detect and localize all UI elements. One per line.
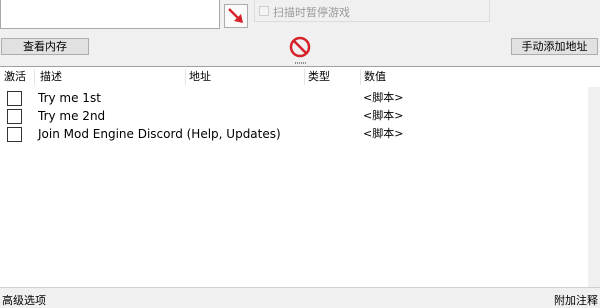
toolbar-area: 扫描时暂停游戏 查看内存 手动添加地址	[0, 0, 600, 65]
header-address[interactable]: 地址	[189, 67, 211, 87]
row-value: <脚本>	[363, 91, 404, 104]
status-bar: 高级选项 附加注释	[0, 289, 600, 308]
advanced-options-link[interactable]: 高级选项	[2, 292, 46, 308]
column-divider[interactable]	[185, 69, 186, 85]
stop-button[interactable]	[288, 35, 312, 59]
column-divider[interactable]	[34, 69, 35, 85]
header-description[interactable]: 描述	[40, 67, 62, 87]
select-process-button[interactable]	[224, 4, 248, 28]
row-value: <脚本>	[363, 109, 404, 122]
column-divider[interactable]	[360, 69, 361, 85]
pause-game-label: 扫描时暂停游戏	[273, 6, 350, 19]
header-value[interactable]: 数值	[364, 67, 386, 87]
header-active[interactable]: 激活	[4, 67, 26, 87]
activate-checkbox[interactable]	[7, 91, 22, 106]
table-row[interactable]: Try me 1st <脚本>	[0, 89, 590, 107]
column-divider[interactable]	[304, 69, 305, 85]
add-comment-link[interactable]: 附加注释	[554, 292, 598, 308]
scan-options-group: 扫描时暂停游戏	[254, 0, 490, 22]
arrow-down-right-icon	[228, 8, 243, 23]
cheat-table: 激活 描述 地址 类型 数值 Try me 1st <脚本> Try me 2n…	[0, 66, 600, 288]
process-display-box	[0, 0, 220, 29]
row-value: <脚本>	[363, 127, 404, 140]
vertical-scrollbar[interactable]	[588, 87, 600, 287]
activate-checkbox[interactable]	[7, 127, 22, 142]
add-address-manually-button[interactable]: 手动添加地址	[511, 38, 598, 55]
header-type[interactable]: 类型	[308, 67, 330, 87]
view-memory-button[interactable]: 查看内存	[1, 38, 89, 55]
row-description: Join Mod Engine Discord (Help, Updates)	[38, 127, 281, 141]
pause-game-checkbox[interactable]	[259, 6, 269, 16]
activate-checkbox[interactable]	[7, 109, 22, 124]
row-description: Try me 1st	[38, 91, 101, 105]
no-entry-icon	[289, 36, 311, 58]
splitter-handle[interactable]	[288, 61, 312, 65]
row-description: Try me 2nd	[38, 109, 106, 123]
table-row[interactable]: Try me 2nd <脚本>	[0, 107, 590, 125]
table-row[interactable]: Join Mod Engine Discord (Help, Updates) …	[0, 125, 590, 143]
